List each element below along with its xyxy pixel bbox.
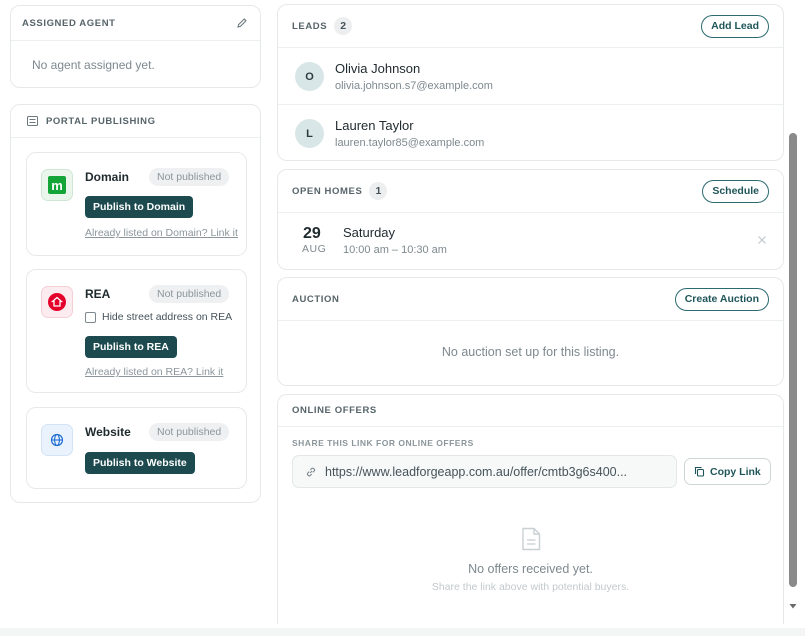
leads-title: LEADS xyxy=(292,20,328,32)
offer-link-field[interactable]: https://www.leadforgeapp.com.au/offer/cm… xyxy=(292,455,677,488)
list-item[interactable]: 29 AUG Saturday 10:00 am – 10:30 am xyxy=(278,213,783,270)
link-icon xyxy=(305,466,317,478)
domain-logo-icon: m xyxy=(41,169,73,201)
offers-empty-subtitle: Share the link above with potential buye… xyxy=(431,581,630,593)
copy-link-label: Copy Link xyxy=(710,465,761,478)
auction-title: AUCTION xyxy=(292,293,340,305)
offer-link-value: https://www.leadforgeapp.com.au/offer/cm… xyxy=(325,464,628,479)
open-homes-card: OPEN HOMES 1 Schedule 29 AUG Saturday 10… xyxy=(277,169,784,270)
copy-link-button[interactable]: Copy Link xyxy=(684,458,771,485)
open-home-weekday: Saturday xyxy=(343,225,396,240)
portal-publishing-header: PORTAL PUBLISHING xyxy=(11,105,260,138)
assigned-agent-title: ASSIGNED AGENT xyxy=(22,17,116,29)
create-auction-button[interactable]: Create Auction xyxy=(674,287,769,311)
hide-address-checkbox[interactable] xyxy=(85,311,96,323)
leads-count-badge: 2 xyxy=(334,17,353,35)
avatar: O xyxy=(295,62,324,91)
offers-empty-title: No offers received yet. xyxy=(468,562,593,576)
lead-email: olivia.johnson.s7@example.com xyxy=(335,80,493,92)
scrollbar[interactable] xyxy=(788,0,798,616)
portal-name: Website xyxy=(85,425,131,439)
leads-header: LEADS 2 Add Lead xyxy=(278,5,783,48)
portal-rea: REA Not published Hide street address on… xyxy=(26,269,247,393)
leads-card: LEADS 2 Add Lead O Olivia Johnson olivia… xyxy=(277,4,784,161)
publish-rea-button[interactable]: Publish to REA xyxy=(85,336,177,358)
scrollbar-thumb[interactable] xyxy=(789,133,797,587)
portal-name: REA xyxy=(85,287,111,301)
globe-icon xyxy=(41,424,73,456)
link-rea-link[interactable]: Already listed on REA? Link it xyxy=(85,366,223,378)
status-badge: Not published xyxy=(149,168,230,186)
portal-publishing-title: PORTAL PUBLISHING xyxy=(46,115,156,127)
open-home-day: 29 xyxy=(303,225,321,242)
assigned-agent-header: ASSIGNED AGENT xyxy=(11,6,260,41)
status-badge: Not published xyxy=(149,423,230,441)
open-homes-count-badge: 1 xyxy=(369,182,388,200)
assigned-agent-empty: No agent assigned yet. xyxy=(32,58,155,72)
portal-website: Website Not published Publish to Website xyxy=(26,407,247,489)
close-icon[interactable] xyxy=(757,235,767,245)
hide-address-row: Hide street address on REA xyxy=(85,311,232,323)
portal-name: Domain xyxy=(85,170,130,184)
link-domain-link[interactable]: Already listed on Domain? Link it xyxy=(85,227,238,239)
edit-pencil-icon[interactable] xyxy=(236,17,248,29)
add-lead-button[interactable]: Add Lead xyxy=(701,14,769,38)
scroll-down-arrow-icon[interactable] xyxy=(788,602,798,610)
hide-address-label: Hide street address on REA xyxy=(102,311,233,323)
lead-email: lauren.taylor85@example.com xyxy=(335,137,485,149)
list-icon xyxy=(27,116,38,126)
lead-name: Olivia Johnson xyxy=(335,61,421,76)
publish-website-button[interactable]: Publish to Website xyxy=(85,452,195,474)
schedule-button[interactable]: Schedule xyxy=(702,179,769,203)
lead-name: Lauren Taylor xyxy=(335,118,414,133)
portal-domain: m Domain Not published Publish to Domain… xyxy=(26,152,247,256)
auction-empty: No auction set up for this listing. xyxy=(441,345,620,359)
online-offers-header: ONLINE OFFERS xyxy=(278,395,783,427)
list-item[interactable]: L Lauren Taylor lauren.taylor85@example.… xyxy=(278,105,783,162)
open-home-month: AUG xyxy=(302,243,327,255)
share-link-label: SHARE THIS LINK FOR ONLINE OFFERS xyxy=(292,438,474,448)
online-offers-card: ONLINE OFFERS SHARE THIS LINK FOR ONLINE… xyxy=(277,394,784,624)
status-badge: Not published xyxy=(149,285,230,303)
online-offers-title: ONLINE OFFERS xyxy=(292,405,377,416)
document-icon xyxy=(521,527,541,551)
list-item[interactable]: O Olivia Johnson olivia.johnson.s7@examp… xyxy=(278,48,783,105)
copy-icon xyxy=(694,466,705,477)
portal-publishing-card: PORTAL PUBLISHING m Domain Not published… xyxy=(10,104,261,503)
open-homes-title: OPEN HOMES xyxy=(292,185,363,197)
publish-domain-button[interactable]: Publish to Domain xyxy=(85,196,194,218)
open-homes-header: OPEN HOMES 1 Schedule xyxy=(278,170,783,213)
auction-card: AUCTION Create Auction No auction set up… xyxy=(277,277,784,386)
avatar: L xyxy=(295,119,324,148)
assigned-agent-card: ASSIGNED AGENT No agent assigned yet. xyxy=(10,5,261,88)
rea-logo-icon xyxy=(41,286,73,318)
open-home-time: 10:00 am – 10:30 am xyxy=(343,244,447,256)
auction-header: AUCTION Create Auction xyxy=(278,278,783,321)
